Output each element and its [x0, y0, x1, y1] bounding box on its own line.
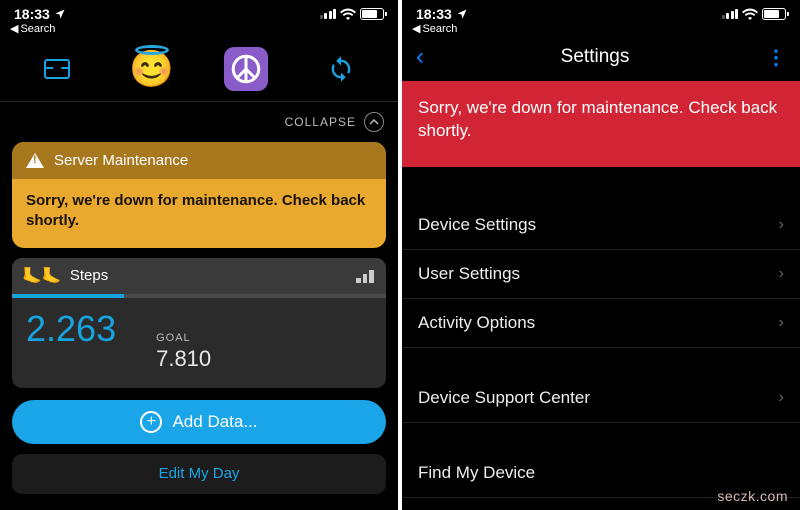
chevron-right-icon: › — [779, 389, 784, 407]
page-title: Settings — [561, 46, 630, 68]
tab-sync[interactable] — [319, 47, 363, 91]
add-data-button[interactable]: + Add Data... — [12, 400, 386, 444]
alert-header: Server Maintenance — [12, 142, 386, 179]
status-time: 18:33 — [416, 6, 452, 22]
sync-icon — [327, 55, 355, 83]
edit-label: Edit My Day — [159, 465, 240, 482]
status-back-search[interactable]: ◀ Search — [0, 22, 398, 39]
chevron-right-icon: › — [779, 314, 784, 332]
back-label: Search — [422, 23, 457, 35]
inbox-icon — [44, 59, 70, 79]
warning-icon — [26, 153, 44, 168]
add-data-label: Add Data... — [172, 412, 257, 432]
tab-inbox[interactable] — [35, 47, 79, 91]
phone-left: 18:33 ◀ Search 😊 — [0, 0, 398, 510]
status-back-search[interactable]: ◀ Search — [402, 22, 800, 39]
alert-message: Sorry, we're down for maintenance. Check… — [12, 179, 386, 248]
halo-icon — [135, 45, 169, 55]
status-time: 18:33 — [14, 6, 50, 22]
maintenance-alert-card: Server Maintenance Sorry, we're down for… — [12, 142, 386, 248]
alert-title: Server Maintenance — [54, 152, 188, 169]
row-label: Device Support Center — [418, 388, 590, 408]
row-device-settings[interactable]: Device Settings › — [402, 201, 800, 250]
plus-icon: + — [140, 411, 162, 433]
row-label: User Settings — [418, 264, 520, 284]
steps-value: 2.263 — [26, 308, 116, 350]
steps-body: 2.263 GOAL 7.810 — [12, 298, 386, 388]
section-gap — [402, 423, 800, 449]
row-label: Activity Options — [418, 313, 535, 333]
collapse-toggle[interactable]: COLLAPSE — [0, 108, 398, 142]
row-user-settings[interactable]: User Settings › — [402, 250, 800, 299]
location-icon — [456, 8, 468, 20]
row-activity-options[interactable]: Activity Options › — [402, 299, 800, 348]
location-icon — [54, 8, 66, 20]
more-menu-button[interactable]: ⋮ — [766, 45, 786, 70]
row-label: Find My Device — [418, 463, 535, 483]
nav-back-button[interactable]: ‹ — [416, 43, 424, 71]
signal-icon — [722, 9, 739, 19]
status-bar: 18:33 — [402, 0, 800, 22]
peace-icon — [231, 54, 261, 84]
chevron-right-icon: › — [779, 265, 784, 283]
footsteps-icon: 🦶🦶 — [22, 266, 62, 286]
battery-icon — [762, 8, 786, 20]
chevron-right-icon: › — [779, 216, 784, 234]
wifi-icon — [742, 8, 758, 20]
steps-title: Steps — [70, 267, 108, 284]
row-label: Device Settings — [418, 215, 536, 235]
steps-header: 🦶🦶 Steps — [12, 258, 386, 294]
collapse-label: COLLAPSE — [285, 115, 356, 129]
edit-my-day-button[interactable]: Edit My Day — [12, 454, 386, 494]
goal-value: 7.810 — [156, 346, 211, 372]
wifi-icon — [340, 8, 356, 20]
phone-right: 18:33 ◀ Search ‹ Settings ⋮ Sorry, we're… — [402, 0, 800, 510]
chevron-up-icon — [364, 112, 384, 132]
nav-bar: ‹ Settings ⋮ — [402, 39, 800, 81]
watermark: seczk.com — [717, 488, 788, 504]
settings-list: Device Settings › User Settings › Activi… — [402, 167, 800, 498]
section-gap — [402, 348, 800, 374]
back-label: Search — [20, 23, 55, 35]
battery-icon — [360, 8, 384, 20]
row-device-support[interactable]: Device Support Center › — [402, 374, 800, 423]
goal-label: GOAL — [156, 332, 211, 344]
maintenance-banner: Sorry, we're down for maintenance. Check… — [402, 81, 800, 167]
signal-icon — [320, 9, 337, 19]
back-chevron-icon: ◀ — [412, 22, 420, 35]
tab-face[interactable]: 😊 — [130, 47, 174, 91]
steps-card[interactable]: 🦶🦶 Steps 2.263 GOAL 7.810 — [12, 258, 386, 388]
divider — [0, 101, 398, 102]
status-bar: 18:33 — [0, 0, 398, 22]
angel-face-icon: 😊 — [129, 51, 174, 87]
tab-bar: 😊 — [0, 39, 398, 101]
tab-peace[interactable] — [224, 47, 268, 91]
bar-chart-icon[interactable] — [356, 269, 374, 283]
back-chevron-icon: ◀ — [10, 22, 18, 35]
